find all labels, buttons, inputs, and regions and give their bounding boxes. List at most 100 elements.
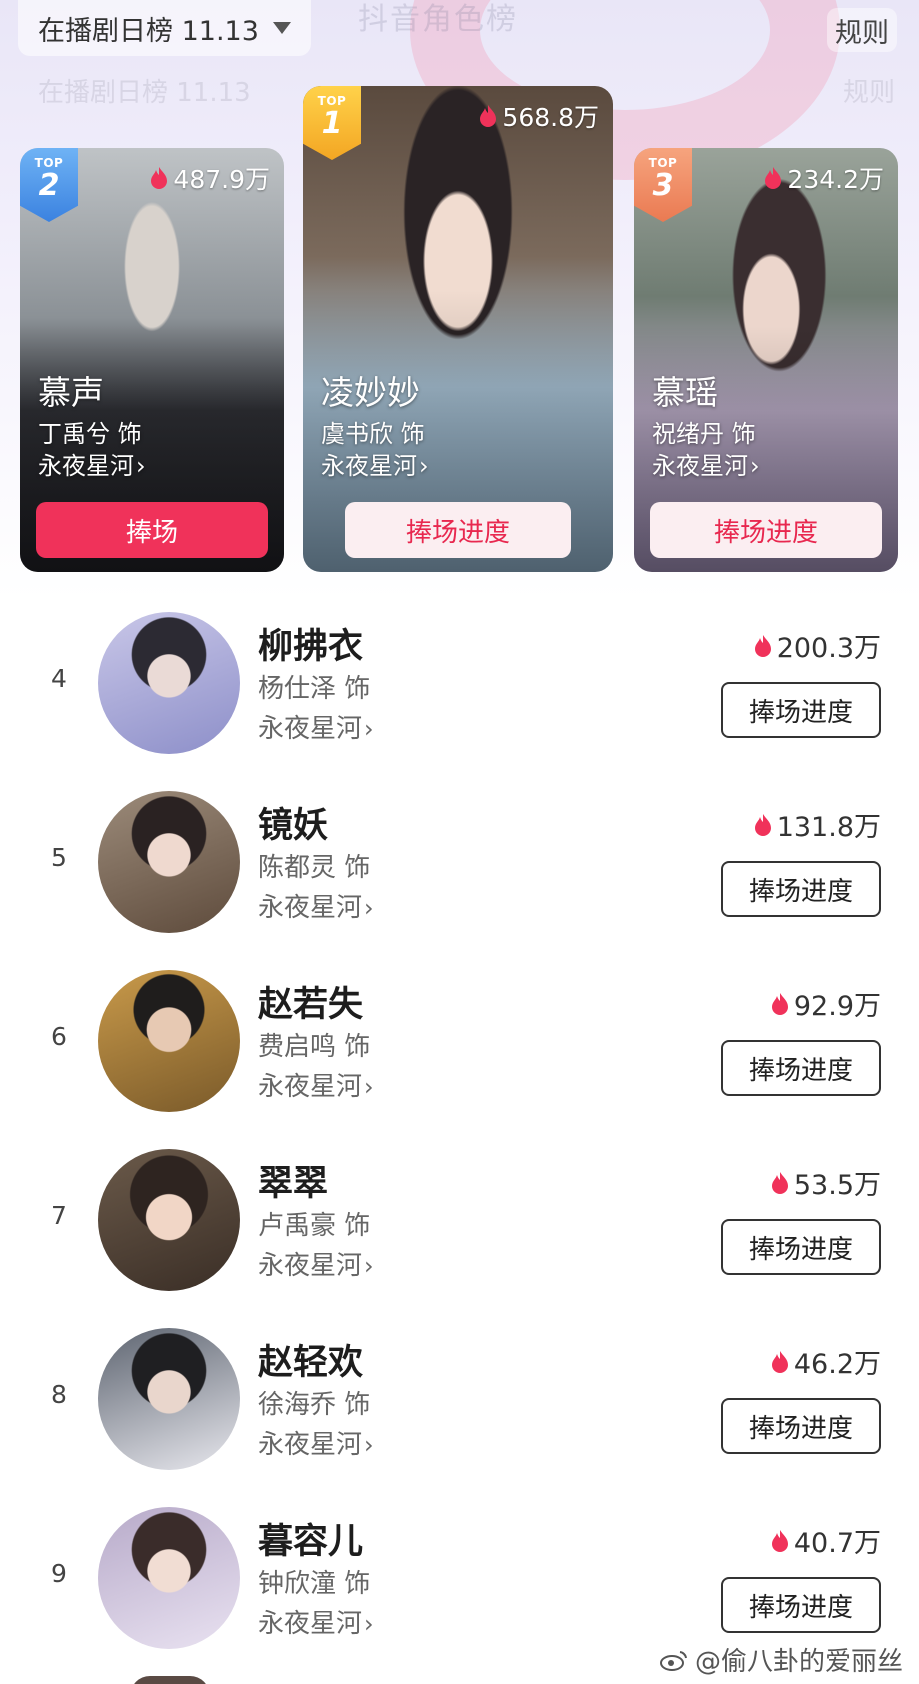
heat-text: 53.5万 (793, 1170, 881, 1201)
chevron-right-icon: › (750, 452, 760, 480)
support-progress-button[interactable]: 捧场进度 (721, 861, 881, 917)
heat-text: 487.9万 (173, 165, 270, 194)
heat-value: 234.2万 (763, 160, 884, 196)
drama-link[interactable]: 永夜星河› (258, 708, 374, 745)
drama-link[interactable]: 永夜星河› (258, 887, 374, 924)
flame-icon (480, 105, 497, 127)
avatar[interactable] (98, 1507, 240, 1649)
support-progress-button[interactable]: 捧场进度 (721, 1040, 881, 1096)
flame-icon (771, 1350, 788, 1373)
heat-value: 40.7万 (770, 1521, 881, 1560)
heat-value: 53.5万 (770, 1163, 881, 1202)
heat-text: 568.8万 (502, 103, 599, 132)
badge-top-label: TOP (34, 156, 64, 170)
drama-link[interactable]: 永夜星河› (258, 1603, 374, 1640)
heat-text: 92.9万 (793, 991, 881, 1022)
avatar[interactable] (98, 1328, 240, 1470)
role-name: 柳拂衣 (258, 627, 364, 667)
role-name: 暮容儿 (258, 1522, 364, 1562)
drama-title: 永夜星河 (258, 1609, 363, 1639)
badge-rank-number: 2 (38, 168, 60, 203)
list-row[interactable]: 4 柳拂衣杨仕泽 饰永夜星河› 200.3万捧场进度 (0, 608, 919, 788)
chevron-right-icon: › (419, 452, 429, 480)
support-progress-button[interactable]: 捧场进度 (721, 682, 881, 738)
rank-number: 7 (51, 1201, 67, 1230)
support-progress-button[interactable]: 捧场进度 (345, 502, 571, 558)
role-name: 赵若失 (258, 985, 364, 1025)
drama-link[interactable]: 永夜星河› (38, 446, 146, 481)
watermark-text: @偷八卦的爱丽丝 (694, 1647, 903, 1677)
avatar[interactable] (98, 791, 240, 933)
avatar[interactable] (98, 1149, 240, 1291)
heat-text: 40.7万 (793, 1528, 881, 1559)
flame-icon (771, 1529, 788, 1552)
chevron-right-icon: › (364, 1073, 374, 1101)
chevron-right-icon: › (364, 715, 374, 743)
chevron-right-icon: › (364, 1252, 374, 1280)
ghost-page-title: 抖音角色榜 (358, 2, 518, 37)
flame-icon (771, 992, 788, 1015)
drama-title: 永夜星河 (258, 1072, 363, 1102)
drama-title: 永夜星河 (258, 1251, 363, 1281)
drama-link[interactable]: 永夜星河› (258, 1066, 374, 1103)
drama-link[interactable]: 永夜星河› (652, 446, 760, 481)
heat-text: 234.2万 (787, 165, 884, 194)
chevron-right-icon: › (364, 894, 374, 922)
actor-name: 徐海乔 饰 (258, 1390, 371, 1420)
list-row[interactable]: 5 镜妖 陈都灵 饰永夜星河› 131.8万 捧场进度 (0, 787, 919, 967)
heat-value: 200.3万 (753, 626, 881, 665)
badge-rank-number: 3 (652, 168, 674, 203)
avatar[interactable] (98, 970, 240, 1112)
heat-text: 46.2万 (793, 1349, 881, 1380)
rank-number: 4 (51, 664, 67, 693)
actor-name: 祝绪丹 饰 (652, 420, 756, 448)
actor-name: 杨仕泽 饰 (258, 674, 371, 704)
top-card-rank-2[interactable]: TOP 2 487.9万 慕声 丁禹兮 饰 永夜星河› 捧场 (20, 148, 284, 572)
next-row-avatar-peek (130, 1676, 210, 1684)
heat-value: 92.9万 (770, 984, 881, 1023)
actor-name: 卢禹豪 饰 (258, 1211, 371, 1241)
drama-title: 永夜星河 (321, 452, 417, 480)
badge-rank-number: 1 (321, 106, 343, 141)
chevron-right-icon: › (364, 1431, 374, 1459)
list-row[interactable]: 8 赵轻欢 徐海乔 饰永夜星河› 46.2万 捧场进度 (0, 1324, 919, 1504)
flame-icon (754, 813, 771, 836)
rank-number: 6 (51, 1022, 67, 1051)
avatar[interactable] (98, 612, 240, 754)
flame-icon (765, 167, 782, 189)
board-date-dropdown[interactable]: 在播剧日榜 11.13 (18, 0, 311, 56)
rank-number: 5 (51, 843, 67, 872)
badge-top-label: TOP (317, 94, 347, 108)
support-button[interactable]: 捧场 (36, 502, 268, 558)
rank-number: 8 (51, 1380, 67, 1409)
flame-icon (151, 167, 168, 189)
list-row[interactable]: 7 翠翠卢禹豪 饰永夜星河› 53.5万捧场进度 (0, 1145, 919, 1325)
flame-icon (771, 1171, 788, 1194)
caret-down-icon (272, 22, 291, 34)
support-progress-button[interactable]: 捧场进度 (721, 1577, 881, 1633)
heat-value: 568.8万 (478, 98, 599, 134)
drama-title: 永夜星河 (258, 1430, 363, 1460)
top-card-rank-3[interactable]: TOP 3 234.2万 慕瑶 祝绪丹 饰 永夜星河› 捧场进度 (634, 148, 898, 572)
heat-text: 131.8万 (776, 812, 881, 843)
chevron-right-icon: › (136, 452, 146, 480)
role-name: 凌妙妙 (321, 373, 420, 412)
role-name: 翠翠 (258, 1164, 329, 1204)
list-row[interactable]: 6 赵若失 费启鸣 饰永夜星河› 92.9万 捧场进度 (0, 966, 919, 1146)
drama-link[interactable]: 永夜星河› (258, 1424, 374, 1461)
top-card-rank-1[interactable]: TOP 1 568.8万 凌妙妙 虞书欣 饰 永夜星河› 捧场进度 (303, 86, 613, 572)
heat-value: 487.9万 (149, 160, 270, 196)
support-progress-button[interactable]: 捧场进度 (721, 1219, 881, 1275)
drama-link[interactable]: 永夜星河› (321, 446, 429, 481)
heat-value: 131.8万 (753, 805, 881, 844)
drama-title: 永夜星河 (38, 452, 134, 480)
actor-name: 陈都灵 饰 (258, 853, 371, 883)
support-progress-button[interactable]: 捧场进度 (721, 1398, 881, 1454)
support-progress-button[interactable]: 捧场进度 (650, 502, 882, 558)
role-name: 慕瑶 (652, 373, 718, 412)
rules-link[interactable]: 规则 (827, 8, 897, 52)
ghost-rules-link: 规则 (842, 78, 895, 108)
drama-link[interactable]: 永夜星河› (258, 1245, 374, 1282)
rank-number: 9 (51, 1559, 67, 1588)
heat-text: 200.3万 (776, 633, 881, 664)
